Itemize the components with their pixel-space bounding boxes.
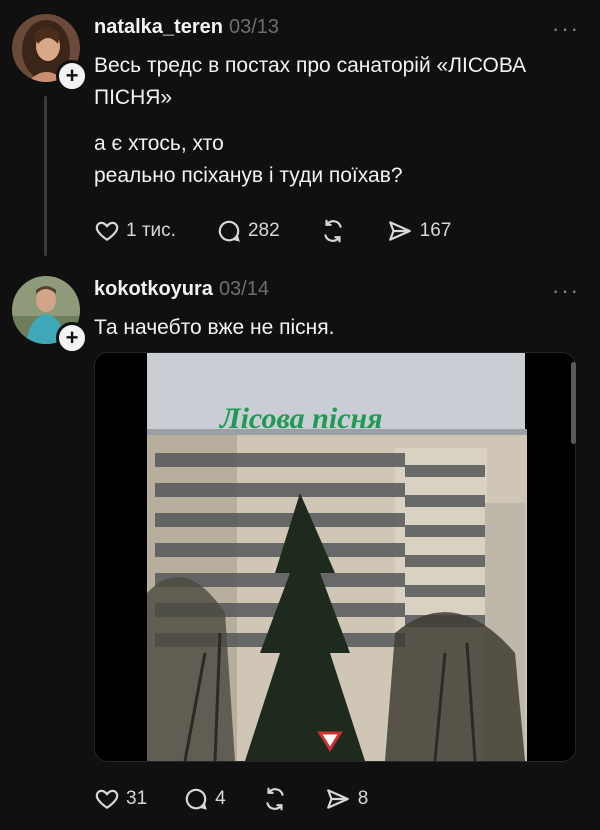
comment-icon <box>185 788 207 810</box>
media-scrollbar[interactable] <box>571 362 576 444</box>
post-text-line: Та начебто вже не пісня. <box>94 316 335 339</box>
post-actions: 31 4 8 <box>94 786 368 812</box>
repost-icon <box>266 787 284 811</box>
share-count: 167 <box>419 220 452 241</box>
repost-button[interactable] <box>320 218 346 244</box>
comment-icon <box>218 220 240 242</box>
post-date: 03/13 <box>228 16 280 38</box>
post-text-line: реально псіханув і туди поїхав? <box>94 164 403 187</box>
building-photo: Лісова пісня <box>95 353 575 761</box>
heart-icon <box>95 221 119 241</box>
post-text-line: а є хтось, хто <box>94 132 224 155</box>
post-header: natalka_teren 03/13 <box>94 16 279 39</box>
comment-count: 4 <box>215 788 226 809</box>
like-button[interactable]: 1 тис. <box>94 218 176 244</box>
post-image[interactable]: Лісова пісня <box>94 352 576 762</box>
comment-button[interactable]: 282 <box>216 218 280 244</box>
username[interactable]: natalka_teren <box>94 16 223 39</box>
more-icon[interactable]: ··· <box>552 278 580 304</box>
post-text-line: Весь тредс в постах про санаторій «ЛІСОВ… <box>94 54 527 77</box>
thread-line <box>44 96 47 256</box>
repost-icon <box>323 219 342 243</box>
share-count: 8 <box>357 788 369 809</box>
post-text-line: ПІСНЯ» <box>94 86 173 109</box>
sign-text: Лісова пісня <box>218 402 383 435</box>
like-button[interactable]: 31 <box>94 786 147 812</box>
username[interactable]: kokotkoyura <box>94 278 213 301</box>
share-button[interactable]: 8 <box>324 786 369 812</box>
post-actions: 1 тис. 282 167 <box>94 218 451 244</box>
comment-count: 282 <box>247 220 280 241</box>
like-count: 31 <box>126 788 148 809</box>
share-icon <box>326 789 349 809</box>
follow-plus-icon[interactable]: + <box>56 60 88 92</box>
post-header: kokotkoyura 03/14 <box>94 278 269 301</box>
follow-plus-icon[interactable]: + <box>56 322 88 354</box>
post-date: 03/14 <box>218 278 269 300</box>
share-icon <box>388 221 411 241</box>
repost-button[interactable] <box>262 786 288 812</box>
comment-button[interactable]: 4 <box>183 786 226 812</box>
share-button[interactable]: 167 <box>386 218 452 244</box>
heart-icon <box>95 789 119 809</box>
like-count: 1 тис. <box>126 220 176 241</box>
more-icon[interactable]: ··· <box>552 16 580 42</box>
